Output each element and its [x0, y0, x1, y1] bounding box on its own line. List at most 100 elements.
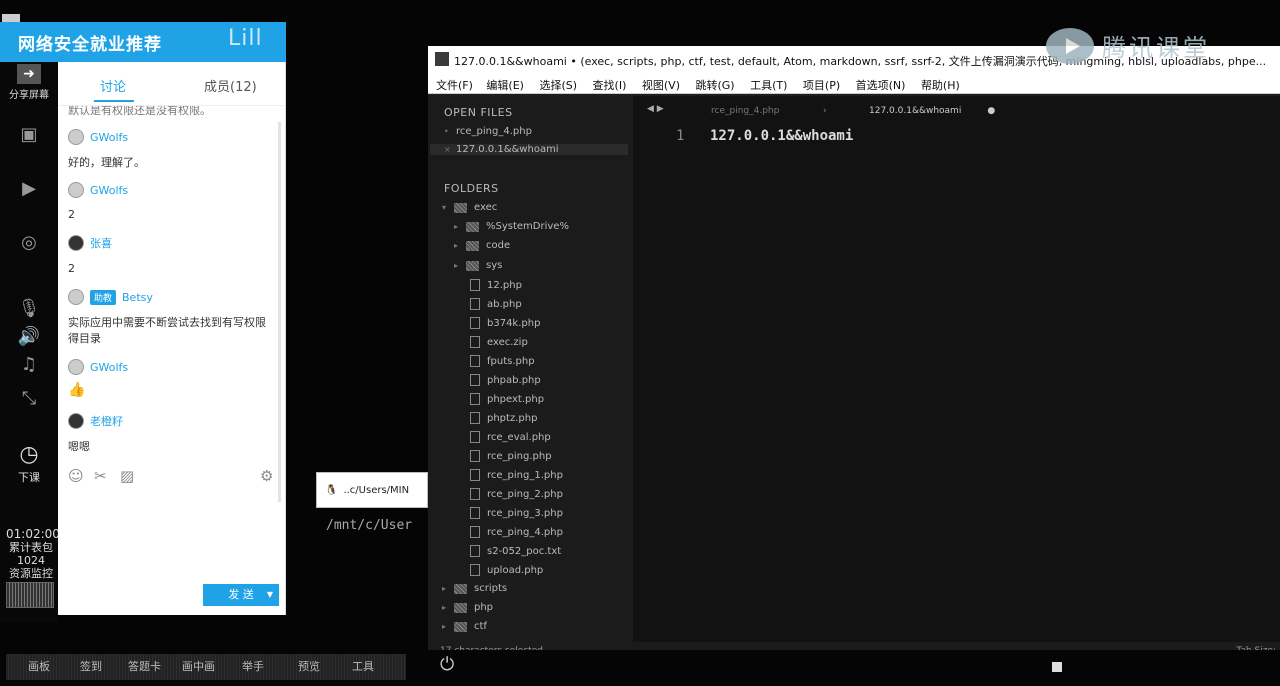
fullscreen-button[interactable]: ⤡	[0, 388, 58, 411]
chat-scrollbar[interactable]	[278, 122, 281, 502]
file-icon	[470, 507, 480, 519]
scissors-icon[interactable]: ✂	[94, 467, 107, 485]
menu-tools[interactable]: 工具(T)	[750, 79, 787, 92]
tree-label: rce_eval.php	[487, 431, 551, 443]
video-tool-button[interactable]: ▶	[0, 178, 58, 201]
menu-find[interactable]: 查找(I)	[593, 79, 627, 92]
tab-discussion[interactable]: 讨论	[100, 76, 126, 95]
folder-item[interactable]: ▸ code	[454, 240, 510, 251]
editor-tab-active[interactable]: 127.0.0.1&&whoami ●	[869, 106, 995, 116]
avatar	[68, 235, 84, 251]
message-user[interactable]: GWolfs	[68, 358, 128, 376]
share-screen-button[interactable]: ➜ 分享屏幕	[0, 64, 58, 101]
share-icon: ➜	[17, 64, 41, 84]
mic-button[interactable]: 🎙	[0, 298, 58, 321]
folder-item[interactable]: ▸ %SystemDrive%	[454, 221, 569, 232]
menu-view[interactable]: 视图(V)	[642, 79, 680, 92]
bottom-toolbar: 画板 签到 答题卡 画中画 举手 预览 工具 ⏻	[0, 650, 1280, 686]
file-icon	[470, 450, 480, 462]
image-icon[interactable]: ▨	[120, 467, 134, 485]
file-item[interactable]: rce_eval.php	[470, 431, 551, 443]
emoji-icon[interactable]: ☺	[68, 467, 84, 485]
folder-item[interactable]: ▸ ctf	[442, 621, 487, 632]
folder-item[interactable]: ▸ php	[442, 602, 493, 613]
folder-icon	[466, 221, 479, 232]
message-user[interactable]: 助教 Betsy	[68, 288, 153, 306]
menu-selection[interactable]: 选择(S)	[539, 79, 577, 92]
avatar	[68, 182, 84, 198]
terminal-line: /mnt/c/User	[326, 518, 413, 533]
editor-pane[interactable]: ◀ ▶ rce_ping_4.php › 127.0.0.1&&whoami ●	[633, 96, 1280, 662]
file-item[interactable]: phpext.php	[470, 393, 544, 405]
folder-item[interactable]: ▸ sys	[454, 260, 502, 271]
sign-in-button[interactable]: 签到	[80, 658, 102, 674]
picture-in-picture-button[interactable]: 画中画	[182, 658, 215, 674]
open-file-item[interactable]: • rce_ping_4.php	[444, 126, 532, 137]
file-item[interactable]: phptz.php	[470, 412, 537, 424]
tab-nav-arrows-icon[interactable]: ◀ ▶	[647, 104, 664, 114]
speaker-button[interactable]: 🔊	[0, 326, 58, 349]
tab-members[interactable]: 成员(12)	[204, 76, 257, 95]
file-icon	[470, 469, 480, 481]
message-user[interactable]: GWolfs	[68, 181, 128, 199]
file-item[interactable]: rce_ping_4.php	[470, 526, 563, 538]
message-user[interactable]: 老橙籽	[68, 412, 123, 430]
file-item[interactable]: rce_ping_3.php	[470, 507, 563, 519]
username: 张喜	[90, 237, 112, 250]
tab-close-icon[interactable]: ›	[823, 106, 827, 116]
tree-label: phptz.php	[487, 412, 538, 424]
file-item[interactable]: rce_ping_2.php	[470, 488, 563, 500]
file-item[interactable]: ab.php	[470, 298, 522, 310]
gear-icon[interactable]: ⚙	[260, 467, 273, 485]
file-item[interactable]: fputs.php	[470, 355, 535, 367]
menu-edit[interactable]: 编辑(E)	[486, 79, 524, 92]
menu-project[interactable]: 项目(P)	[803, 79, 840, 92]
tools-button[interactable]: 工具	[352, 658, 374, 674]
send-label: 发 送	[228, 588, 254, 601]
tree-label: rce_ping_1.php	[487, 469, 563, 481]
end-class-button[interactable]: ◷ 下课	[0, 442, 58, 485]
whiteboard-button[interactable]: 画板	[28, 658, 50, 674]
preview-button[interactable]: 预览	[298, 658, 320, 674]
send-button[interactable]: 发 送 ▼	[203, 584, 279, 606]
file-item[interactable]: b374k.php	[470, 317, 540, 329]
menu-help[interactable]: 帮助(H)	[921, 79, 960, 92]
message-user[interactable]: GWolfs	[68, 128, 128, 146]
username: GWolfs	[90, 130, 129, 144]
active-tab-indicator	[94, 100, 134, 102]
menu-preferences[interactable]: 首选项(N)	[856, 79, 906, 92]
raise-hand-button[interactable]: 举手	[242, 658, 264, 674]
open-file-item[interactable]: × 127.0.0.1&&whoami	[430, 144, 628, 155]
file-item[interactable]: phpab.php	[470, 374, 541, 386]
play-logo-icon	[1046, 28, 1094, 64]
music-button[interactable]: ♫	[0, 354, 58, 377]
file-item[interactable]: s2-052_poc.txt	[470, 545, 561, 557]
tree-label: sys	[486, 260, 503, 271]
unsaved-dot-icon[interactable]: ●	[987, 106, 995, 116]
linux-icon: 🐧	[325, 485, 338, 496]
stats-line-2: 1024	[17, 554, 45, 567]
file-item[interactable]: upload.php	[470, 564, 543, 576]
answer-card-button[interactable]: 答题卡	[128, 658, 161, 674]
message-user[interactable]: 张喜	[68, 234, 112, 252]
chevron-down-icon[interactable]: ▼	[267, 584, 273, 606]
editor-tab[interactable]: rce_ping_4.php	[711, 106, 779, 116]
stop-icon[interactable]	[1052, 662, 1062, 672]
file-item[interactable]: 12.php	[470, 279, 522, 291]
tree-label: rce_ping_4.php	[487, 526, 563, 538]
tree-label: ctf	[474, 621, 487, 632]
file-item[interactable]: rce_ping_1.php	[470, 469, 563, 481]
file-item[interactable]: exec.zip	[470, 336, 528, 348]
clock-icon: ◷	[19, 442, 39, 467]
folder-item[interactable]: ▸ scripts	[442, 583, 507, 594]
menu-goto[interactable]: 跳转(G)	[695, 79, 734, 92]
whiteboard-tool-button[interactable]: ▣	[0, 124, 58, 147]
file-item[interactable]: rce_ping.php	[470, 450, 552, 462]
menu-file[interactable]: 文件(F)	[436, 79, 473, 92]
terminal-tab[interactable]: 🐧 ..c/Users/MIN	[316, 472, 428, 508]
power-icon[interactable]: ⏻	[440, 654, 454, 675]
stats-line-3: 资源监控	[9, 567, 53, 580]
folder-item[interactable]: ▾ exec	[442, 202, 497, 213]
camera-tool-button[interactable]: ◎	[0, 232, 58, 255]
code-line[interactable]: 127.0.0.1&&whoami	[710, 128, 853, 144]
